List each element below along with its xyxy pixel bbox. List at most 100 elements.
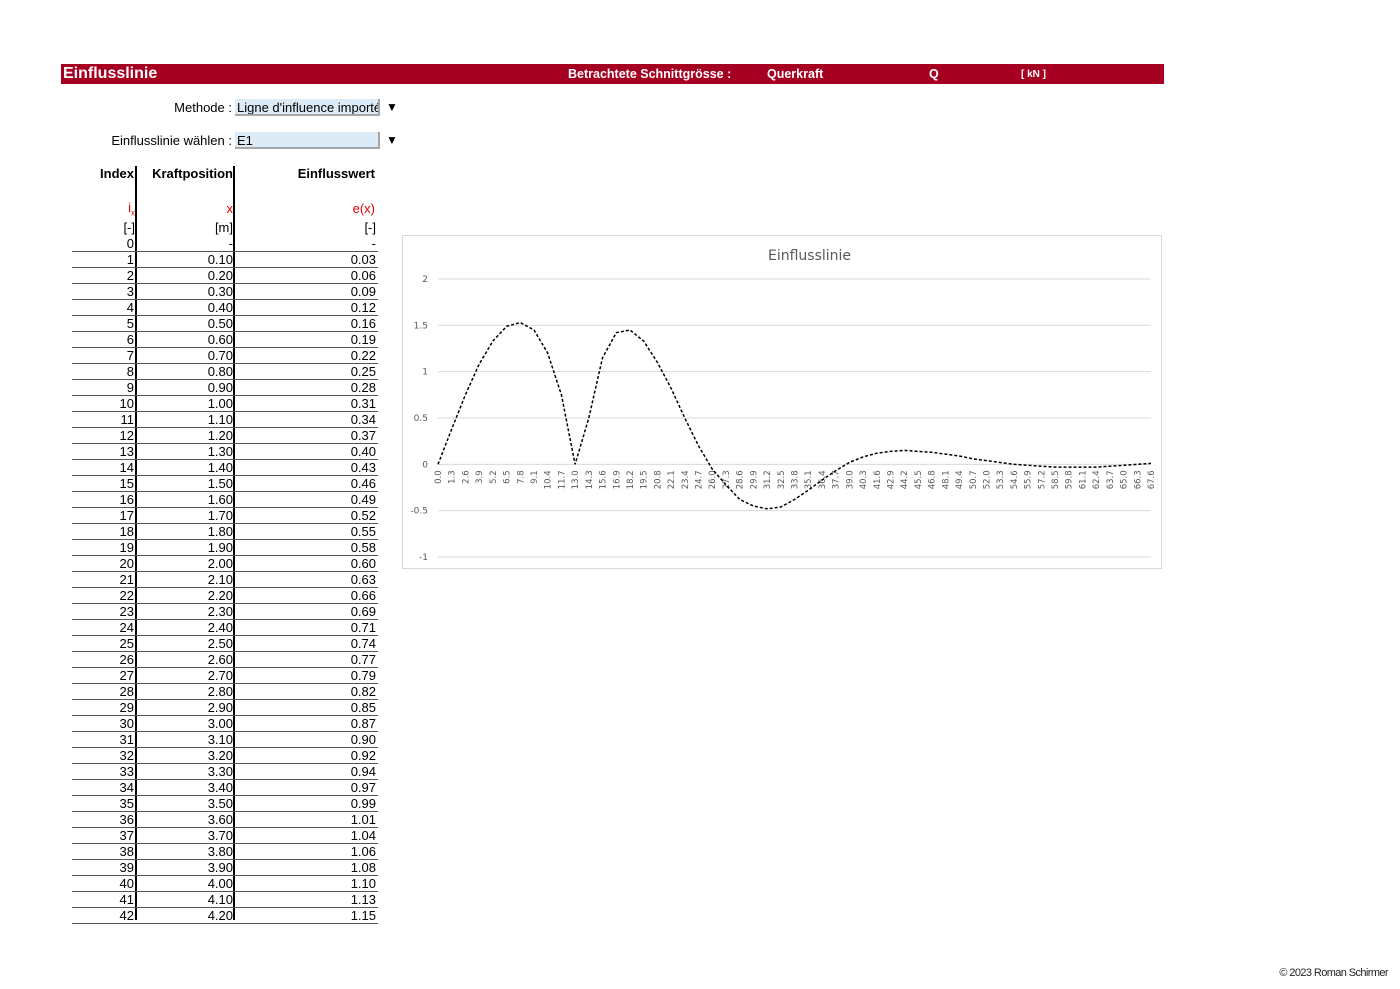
- cell-position: 4.00: [207, 876, 233, 891]
- cell-position: 0.80: [207, 364, 233, 379]
- cell-value: 0.49: [350, 492, 376, 507]
- line-label: Einflusslinie wählen :: [111, 133, 232, 148]
- cell-position: 1.40: [207, 460, 233, 475]
- x-tick-label: 53.3: [996, 470, 1006, 489]
- cell-value: 1.04: [350, 828, 376, 843]
- cell-value: 0.71: [350, 620, 376, 635]
- table-row: 28 2.80 0.82: [72, 684, 378, 700]
- cell-value: 1.01: [350, 812, 376, 827]
- table-row: 3 0.30 0.09: [72, 284, 378, 300]
- cell-index: 31: [119, 732, 134, 747]
- table-row: 14 1.40 0.43: [72, 460, 378, 476]
- table-row: 29 2.90 0.85: [72, 700, 378, 716]
- line-dropdown-icon[interactable]: ▼: [386, 132, 398, 149]
- header-bar: Einflusslinie Betrachtete Schnittgrösse …: [61, 64, 1164, 84]
- cell-position: 3.60: [207, 812, 233, 827]
- x-tick-label: 13.0: [571, 470, 581, 489]
- cell-position: 0.30: [207, 284, 233, 299]
- cell-value: 0.22: [350, 348, 376, 363]
- table-row: 37 3.70 1.04: [72, 828, 378, 844]
- table-row: 1 0.10 0.03: [72, 252, 378, 268]
- cell-value: 0.03: [350, 252, 376, 267]
- cell-position: 4.20: [207, 908, 233, 923]
- x-tick-label: 65.0: [1120, 470, 1130, 489]
- cell-value: 0.09: [350, 284, 376, 299]
- x-tick-label: 7.8: [516, 470, 526, 484]
- header-position: Kraftposition: [152, 166, 233, 181]
- y-tick-label: 1.5: [414, 321, 428, 331]
- x-tick-label: 15.6: [599, 470, 609, 489]
- cell-position: 3.20: [207, 748, 233, 763]
- cell-position: 1.80: [207, 524, 233, 539]
- x-tick-label: 42.9: [886, 470, 896, 489]
- cell-value: 0.40: [350, 444, 376, 459]
- cell-value: 0.74: [350, 636, 376, 651]
- y-tick-label: 0.5: [414, 414, 428, 424]
- y-tick-label: 2: [422, 275, 428, 285]
- x-tick-label: 29.9: [749, 470, 759, 489]
- cell-value: 0.97: [350, 780, 376, 795]
- cell-position: 2.60: [207, 652, 233, 667]
- table-row: 40 4.00 1.10: [72, 876, 378, 892]
- symbol-value: e(x): [352, 201, 375, 216]
- cell-index: 29: [119, 700, 134, 715]
- table-row: 12 1.20 0.37: [72, 428, 378, 444]
- cell-index: 25: [119, 636, 134, 651]
- cell-value: 0.94: [350, 764, 376, 779]
- cell-value: 0.99: [350, 796, 376, 811]
- cell-value: 0.19: [350, 332, 376, 347]
- cell-value: 0.46: [350, 476, 376, 491]
- x-tick-label: 23.4: [681, 470, 691, 489]
- x-tick-label: 26.0: [708, 470, 718, 489]
- cell-value: 0.85: [350, 700, 376, 715]
- x-tick-label: 55.9: [1024, 470, 1034, 489]
- y-tick-label: -0.5: [410, 507, 428, 517]
- cell-index: 10: [119, 396, 134, 411]
- cell-value: 0.60: [350, 556, 376, 571]
- cell-position: 1.30: [207, 444, 233, 459]
- cell-index: 1: [126, 252, 134, 267]
- cell-index: 27: [119, 668, 134, 683]
- table-row: 13 1.30 0.40: [72, 444, 378, 460]
- cell-index: 16: [119, 492, 134, 507]
- table-row: 38 3.80 1.06: [72, 844, 378, 860]
- cell-position: 3.30: [207, 764, 233, 779]
- x-tick-label: 10.4: [544, 470, 554, 489]
- method-select[interactable]: Ligne d'influence importée: [235, 99, 380, 116]
- cell-position: 0.20: [207, 268, 233, 283]
- cell-position: 1.70: [207, 508, 233, 523]
- cell-index: 21: [119, 572, 134, 587]
- method-dropdown-icon[interactable]: ▼: [386, 99, 398, 116]
- table-row: 15 1.50 0.46: [72, 476, 378, 492]
- cell-position: -: [228, 236, 233, 251]
- cell-value: 1.13: [350, 892, 376, 907]
- table-row: 36 3.60 1.01: [72, 812, 378, 828]
- cell-index: 42: [119, 908, 134, 923]
- cell-index: 19: [119, 540, 134, 555]
- x-tick-label: 9.1: [530, 470, 540, 484]
- symbol-index: ix: [72, 200, 135, 218]
- cell-index: 14: [119, 460, 134, 475]
- cell-index: 7: [126, 348, 134, 363]
- line-select[interactable]: E1: [235, 132, 380, 149]
- cell-value: 0.63: [350, 572, 376, 587]
- table-row: 5 0.50 0.16: [72, 316, 378, 332]
- unit-value: [-]: [364, 220, 376, 235]
- cell-index: 22: [119, 588, 134, 603]
- table-row: 35 3.50 0.99: [72, 796, 378, 812]
- cell-value: 1.10: [350, 876, 376, 891]
- cell-position: 1.00: [207, 396, 233, 411]
- table-row: 42 4.20 1.15: [72, 908, 378, 924]
- x-tick-label: 39.0: [845, 470, 855, 489]
- cell-value: 0.52: [350, 508, 376, 523]
- x-tick-label: 32.5: [777, 470, 787, 489]
- x-tick-label: 62.4: [1092, 470, 1102, 489]
- x-tick-label: 58.5: [1051, 470, 1061, 489]
- copyright: © 2023 Roman Schirmer: [1279, 967, 1388, 979]
- cell-position: 2.80: [207, 684, 233, 699]
- x-tick-label: 1.3: [448, 470, 458, 484]
- unit-index: [-]: [123, 220, 135, 235]
- x-tick-label: 5.2: [489, 470, 499, 484]
- header-value: Einflusswert: [297, 166, 375, 181]
- cell-index: 8: [126, 364, 134, 379]
